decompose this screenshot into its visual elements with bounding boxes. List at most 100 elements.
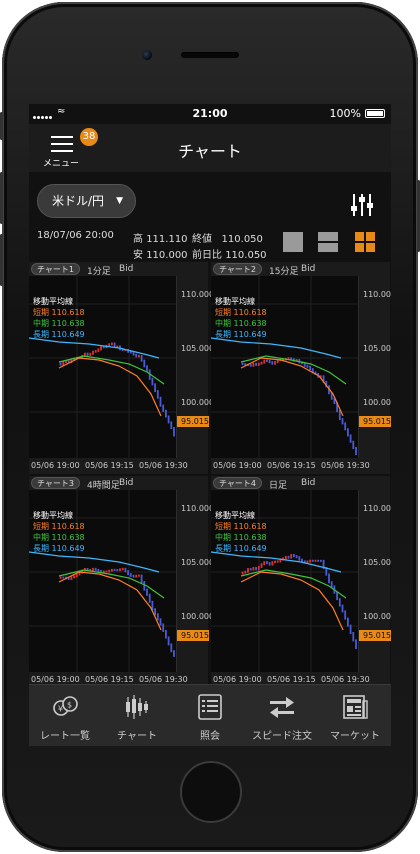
candle bbox=[100, 346, 102, 351]
candle bbox=[59, 576, 62, 579]
y-tick-label: 110.000 bbox=[363, 504, 391, 513]
ma-legend-title: 移動平均線 bbox=[215, 511, 255, 520]
candle bbox=[306, 364, 309, 368]
current-price-tag: 95.015 bbox=[359, 416, 391, 427]
tab-inquiry[interactable]: 照会 bbox=[174, 685, 246, 746]
layout-quad-icon[interactable] bbox=[355, 232, 375, 252]
candle bbox=[127, 570, 129, 576]
tab-market-label: マーケット bbox=[330, 731, 380, 742]
home-button[interactable] bbox=[180, 761, 242, 823]
candle bbox=[311, 559, 314, 562]
candle bbox=[252, 567, 255, 571]
chart-panel[interactable]: チャート2 15分足 Bid 移動平均線 短期 110.618 中期 110.6… bbox=[211, 262, 391, 474]
candle bbox=[167, 636, 170, 646]
inquiry-list-icon bbox=[198, 694, 222, 720]
candle bbox=[309, 559, 311, 563]
candle bbox=[135, 574, 138, 578]
x-tick-label: 05/06 19:30 bbox=[321, 461, 370, 470]
ma-mid-value: 中期 110.638 bbox=[215, 533, 267, 542]
candle bbox=[355, 639, 357, 650]
chart-price-side: Bid bbox=[301, 478, 316, 488]
candle bbox=[330, 581, 333, 588]
currency-pair-selector[interactable]: 米ドル/円 ▼ bbox=[37, 184, 136, 218]
candle bbox=[62, 576, 65, 579]
speed-order-icon bbox=[270, 697, 294, 718]
battery-icon bbox=[365, 109, 385, 118]
candle bbox=[170, 421, 173, 430]
chart-plot-area[interactable]: 移動平均線 短期 110.618 中期 110.638 長期 110.649 bbox=[29, 490, 176, 672]
current-price-tag: 95.015 bbox=[177, 630, 209, 641]
candle bbox=[317, 559, 320, 562]
chart-tag[interactable]: チャート2 bbox=[213, 263, 263, 275]
chart-settings-icon[interactable] bbox=[349, 192, 375, 218]
x-tick-label: 05/06 19:15 bbox=[267, 675, 316, 684]
candle bbox=[341, 604, 344, 613]
chart-panel[interactable]: チャート4 日足 Bid 移動平均線 短期 110.618 中期 110.638… bbox=[211, 476, 391, 688]
y-tick-label: 105.000 bbox=[181, 344, 215, 353]
candle bbox=[92, 350, 94, 355]
y-tick-label: 110.000 bbox=[363, 290, 391, 299]
volume-down-button bbox=[0, 234, 3, 286]
candle bbox=[274, 361, 276, 365]
candle bbox=[116, 569, 119, 572]
tab-chart[interactable]: チャート bbox=[101, 685, 173, 746]
layout-single-icon[interactable] bbox=[283, 232, 303, 252]
candle bbox=[159, 618, 162, 626]
chart-price-side: Bid bbox=[119, 264, 134, 274]
chart-plot-area[interactable]: 移動平均線 短期 110.618 中期 110.638 長期 110.649 bbox=[211, 276, 358, 458]
long-ma-line bbox=[29, 551, 160, 573]
y-tick-label: 105.000 bbox=[363, 558, 391, 567]
tab-rate-list-label: レート一覧 bbox=[40, 731, 90, 742]
candle bbox=[247, 568, 249, 573]
ma-short-value: 短期 110.618 bbox=[33, 522, 85, 531]
candle bbox=[140, 354, 143, 362]
market-news-icon bbox=[343, 695, 368, 719]
candle bbox=[121, 567, 124, 571]
short-ma-line bbox=[240, 357, 344, 417]
candle bbox=[241, 362, 244, 366]
chart-panel[interactable]: チャート3 4時間足 Bid 移動平均線 短期 110.618 中期 110.6… bbox=[29, 476, 214, 688]
candle bbox=[260, 361, 263, 365]
ma-mid-value: 中期 110.638 bbox=[33, 533, 85, 542]
long-ma-line bbox=[211, 337, 342, 359]
chart-tag[interactable]: チャート4 bbox=[213, 477, 263, 489]
status-bar: ≈ 21:00 100% bbox=[29, 104, 391, 124]
candle bbox=[344, 422, 347, 431]
candle bbox=[241, 571, 244, 575]
candle bbox=[156, 613, 159, 621]
x-tick-label: 05/06 19:30 bbox=[321, 675, 370, 684]
y-tick-label: 100.000 bbox=[363, 612, 391, 621]
candle bbox=[266, 561, 268, 565]
chart-header: チャート1 1分足 Bid bbox=[29, 262, 208, 277]
y-tick-label: 100.000 bbox=[363, 398, 391, 407]
candle bbox=[170, 643, 173, 653]
chart-plot-area[interactable]: 移動平均線 短期 110.618 中期 110.638 長期 110.649 bbox=[211, 490, 358, 672]
ma-legend-title: 移動平均線 bbox=[33, 297, 73, 306]
candle bbox=[135, 353, 138, 358]
candle bbox=[105, 570, 108, 573]
earpiece-speaker bbox=[181, 52, 239, 58]
y-tick-label: 100.000 bbox=[181, 398, 215, 407]
y-tick-label: 110.000 bbox=[181, 504, 215, 513]
candle bbox=[111, 342, 113, 346]
chart-tag[interactable]: チャート3 bbox=[31, 477, 81, 489]
candle bbox=[260, 563, 263, 568]
candle bbox=[167, 415, 170, 424]
chart-plot-area[interactable]: 移動平均線 短期 110.618 中期 110.638 長期 110.649 bbox=[29, 276, 176, 458]
candle bbox=[162, 404, 165, 412]
candle bbox=[349, 434, 352, 443]
candle bbox=[249, 568, 252, 571]
chart-tag[interactable]: チャート1 bbox=[31, 263, 81, 275]
ma-legend: 移動平均線 短期 110.618 中期 110.638 長期 110.649 bbox=[33, 296, 85, 340]
front-camera bbox=[142, 50, 152, 60]
x-tick-label: 05/06 19:30 bbox=[139, 461, 188, 470]
tab-market[interactable]: マーケット bbox=[319, 685, 391, 746]
tab-speed-order[interactable]: スピード注文 bbox=[246, 685, 318, 746]
layout-double-icon[interactable] bbox=[318, 232, 338, 252]
chart-panel[interactable]: チャート1 1分足 Bid 移動平均線 短期 110.618 中期 110.63… bbox=[29, 262, 214, 474]
tab-rate-list[interactable]: ¥ $ レート一覧 bbox=[29, 685, 101, 746]
candle bbox=[263, 359, 266, 364]
candle bbox=[73, 575, 75, 579]
candle bbox=[173, 427, 175, 437]
svg-text:$: $ bbox=[67, 701, 72, 710]
